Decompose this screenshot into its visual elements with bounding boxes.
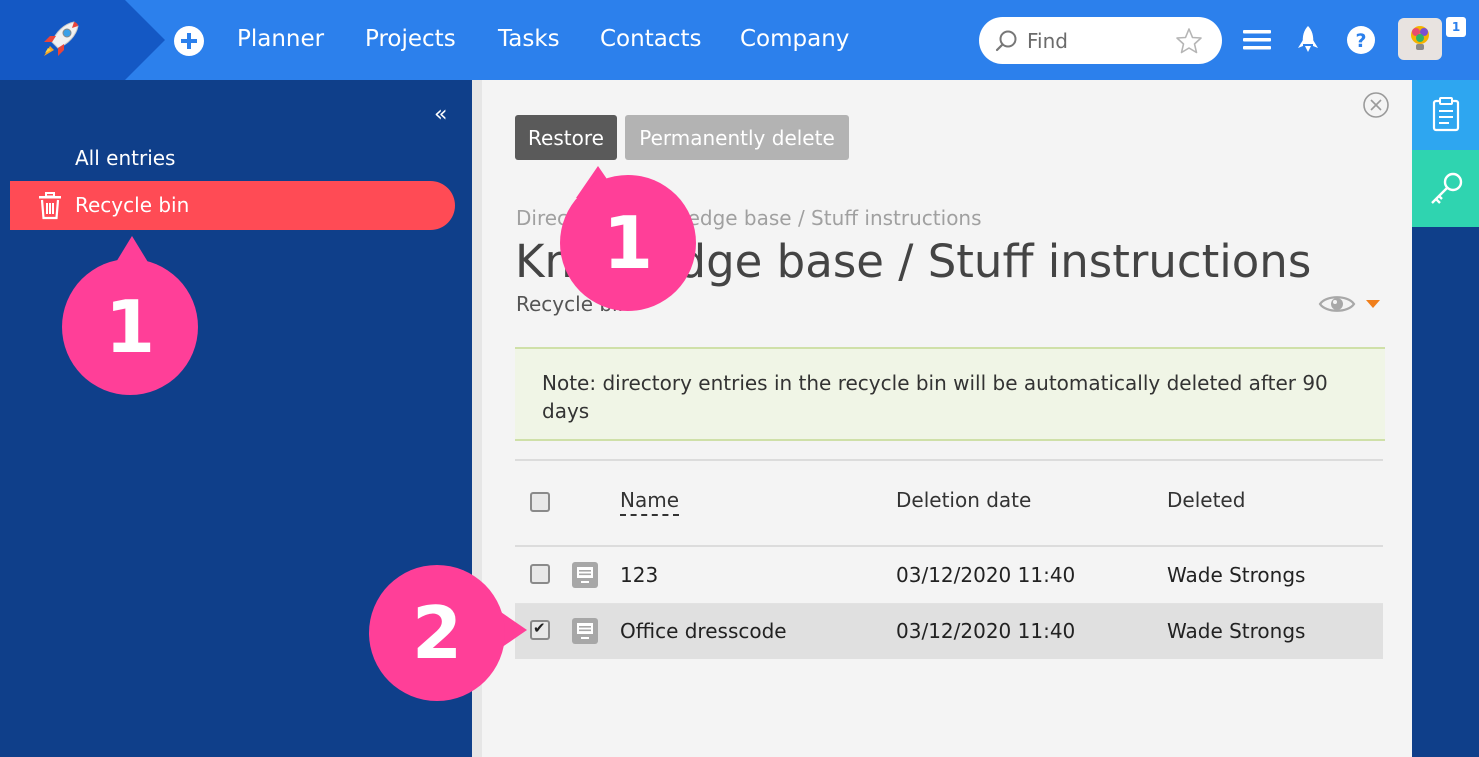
help-icon[interactable]: ? bbox=[1345, 24, 1377, 56]
nav-tasks[interactable]: Tasks bbox=[498, 26, 560, 52]
search-box bbox=[979, 17, 1222, 64]
collapse-sidebar-button[interactable]: « bbox=[434, 102, 447, 127]
launch-icon[interactable] bbox=[1292, 24, 1324, 56]
nav-contacts[interactable]: Contacts bbox=[600, 26, 701, 52]
row-name[interactable]: 123 bbox=[620, 563, 658, 587]
row-deleted-by: Wade Strongs bbox=[1167, 563, 1306, 587]
trash-icon bbox=[39, 192, 61, 220]
row-deletion-date: 03/12/2020 11:40 bbox=[896, 619, 1076, 643]
row-deleted-by: Wade Strongs bbox=[1167, 619, 1306, 643]
permanently-delete-button[interactable]: Permanently delete bbox=[625, 115, 849, 160]
column-header-deletion-date: Deletion date bbox=[896, 488, 1032, 512]
row-checkbox-checked[interactable] bbox=[530, 619, 550, 640]
key-icon bbox=[1431, 172, 1463, 204]
note-text: Note: directory entries in the recycle b… bbox=[542, 371, 1328, 423]
sidebar-item-label: Recycle bin bbox=[75, 193, 190, 217]
restore-button[interactable]: Restore bbox=[515, 115, 617, 160]
nav-projects[interactable]: Projects bbox=[365, 26, 456, 52]
callout-step-1-restore: 1 bbox=[560, 175, 696, 311]
close-icon[interactable] bbox=[1362, 91, 1390, 119]
row-checkbox[interactable] bbox=[530, 564, 550, 584]
chevron-down-icon[interactable] bbox=[1366, 300, 1380, 308]
notification-badge: 1 bbox=[1446, 17, 1466, 37]
column-header-deleted: Deleted bbox=[1167, 488, 1246, 512]
search-icon bbox=[995, 30, 1017, 52]
callout-step-2-row: 2 bbox=[369, 565, 505, 701]
avatar[interactable] bbox=[1398, 18, 1442, 60]
header-separator bbox=[515, 545, 1383, 547]
search-input[interactable] bbox=[1027, 26, 1167, 56]
nav-company[interactable]: Company bbox=[740, 26, 849, 52]
row-deletion-date: 03/12/2020 11:40 bbox=[896, 563, 1076, 587]
top-navigation-bar: Planner Projects Tasks Contacts Company … bbox=[0, 0, 1479, 80]
callout-step-1-sidebar: 1 bbox=[62, 259, 198, 395]
sidebar-item-recycle-bin[interactable]: Recycle bin bbox=[10, 181, 455, 230]
column-header-name[interactable]: Name bbox=[620, 488, 680, 516]
sidebar-item-all-entries[interactable]: All entries bbox=[75, 146, 175, 170]
document-icon bbox=[572, 618, 598, 644]
row-name[interactable]: Office dresscode bbox=[620, 619, 787, 643]
nav-planner[interactable]: Planner bbox=[237, 26, 324, 52]
table-top-border bbox=[515, 459, 1383, 461]
select-all-checkbox[interactable] bbox=[530, 492, 550, 512]
rail-tab-notes[interactable] bbox=[1412, 80, 1479, 150]
rocket-icon[interactable] bbox=[36, 18, 84, 62]
document-icon bbox=[572, 562, 598, 588]
recycle-bin-note: Note: directory entries in the recycle b… bbox=[515, 347, 1385, 441]
menu-icon[interactable] bbox=[1241, 24, 1273, 56]
clipboard-icon bbox=[1432, 97, 1460, 132]
add-new-button[interactable] bbox=[174, 26, 204, 56]
eye-icon[interactable] bbox=[1318, 290, 1356, 318]
svg-text:?: ? bbox=[1355, 30, 1366, 52]
star-icon[interactable] bbox=[1175, 27, 1203, 55]
rail-tab-access[interactable] bbox=[1412, 150, 1479, 227]
